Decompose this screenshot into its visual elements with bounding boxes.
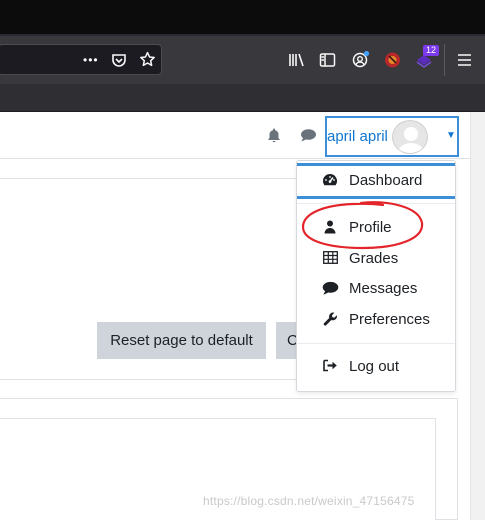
browser-titlebar	[0, 0, 485, 36]
account-icon[interactable]	[351, 50, 370, 74]
hamburger-menu-icon[interactable]	[457, 52, 472, 73]
menu-label-logout: Log out	[349, 358, 400, 375]
avatar[interactable]	[392, 120, 428, 154]
extension-ublock-icon[interactable]	[383, 50, 402, 74]
toolbar-separator	[444, 44, 445, 76]
watermark-text: https://blog.csdn.net/weixin_47156475	[203, 494, 415, 508]
library-icon[interactable]	[288, 52, 305, 73]
menu-label-grades: Grades	[349, 250, 399, 267]
extension-badge: 12	[423, 45, 440, 56]
customise-button[interactable]: C	[276, 322, 298, 359]
address-bar[interactable]	[0, 44, 162, 75]
sidebar-icon[interactable]	[319, 52, 336, 73]
menu-label-messages: Messages	[349, 280, 418, 297]
pocket-icon[interactable]	[111, 52, 127, 73]
caret-down-icon[interactable]: ▼	[446, 130, 456, 141]
comment-icon	[322, 281, 339, 297]
star-icon[interactable]	[139, 51, 156, 73]
menu-label-dashboard: Dashboard	[349, 172, 423, 189]
menu-label-preferences: Preferences	[349, 311, 430, 328]
page-scrollbar[interactable]	[470, 112, 485, 520]
tachometer-icon	[322, 173, 338, 189]
red-circle-annotation	[301, 201, 424, 250]
menu-divider	[297, 343, 455, 344]
table-icon	[322, 251, 338, 267]
wrench-icon	[322, 312, 338, 328]
user-name[interactable]: april april	[327, 128, 388, 145]
reset-page-button[interactable]: Reset page to default	[97, 322, 266, 359]
browser-bookmarks-bar	[0, 84, 485, 112]
page-actions-icon[interactable]: •••	[83, 52, 99, 68]
sign-out-icon	[322, 359, 338, 375]
navbar-border	[0, 158, 470, 159]
speech-bubble-icon[interactable]	[300, 128, 317, 148]
bell-icon[interactable]	[266, 127, 282, 149]
